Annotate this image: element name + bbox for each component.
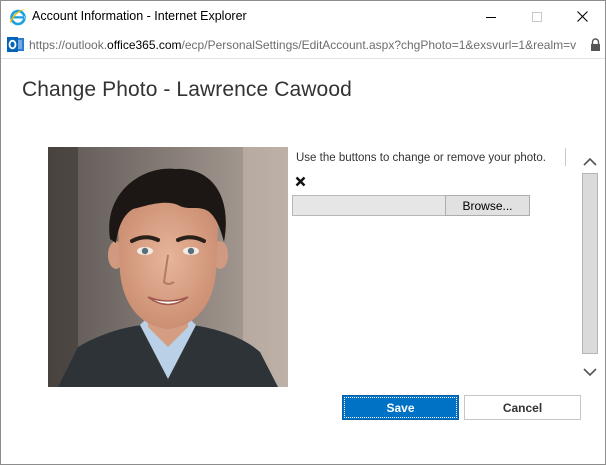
profile-photo-image [48,147,288,387]
minimize-button[interactable] [468,1,514,32]
divider [565,148,566,166]
scrollbar-thumb[interactable] [582,173,598,354]
page-title: Change Photo - Lawrence Cawood [22,78,352,101]
maximize-button [514,1,560,32]
maximize-icon [532,11,542,22]
outlook-icon [7,37,24,52]
profile-photo [48,147,288,387]
url-host: office365.com [107,38,182,52]
title-bar: Account Information - Internet Explorer [1,1,605,32]
url-text: https://outlook.office365.com/ecp/Person… [29,38,587,52]
internet-explorer-icon [10,9,26,26]
window-title: Account Information - Internet Explorer [32,9,247,23]
scroll-up-arrow-icon[interactable] [582,156,598,168]
close-button[interactable] [559,1,605,32]
file-path-input[interactable] [292,195,446,216]
address-bar[interactable]: https://outlook.office365.com/ecp/Person… [1,32,605,59]
lock-icon[interactable] [590,38,601,51]
save-button[interactable]: Save [342,395,459,420]
browse-button[interactable]: Browse... [445,195,530,216]
minimize-icon [486,16,496,18]
scroll-down-arrow-icon[interactable] [582,366,598,378]
url-prefix: https://outlook. [29,38,108,52]
close-icon [576,11,588,22]
instruction-text: Use the buttons to change or remove your… [296,152,546,164]
cancel-button[interactable]: Cancel [464,395,581,420]
remove-x-icon[interactable] [295,176,306,187]
url-path: /ecp/PersonalSettings/EditAccount.aspx?c… [181,38,577,52]
dialog-window: Account Information - Internet Explorer … [0,0,606,465]
